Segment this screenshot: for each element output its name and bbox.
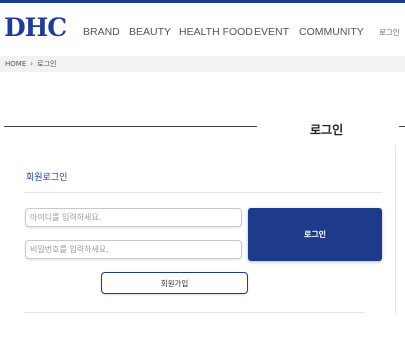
header-login-link[interactable]: 로그인 [379,27,400,38]
dhc-logo[interactable]: DHC [4,13,67,42]
bottom-divider [24,312,364,313]
id-input[interactable] [25,208,242,227]
password-input[interactable] [25,240,242,259]
side-divider [395,145,396,315]
login-button[interactable]: 로그인 [248,208,382,261]
member-login-label: 회원로그인 [26,173,68,183]
breadcrumb: HOME › 로그인 [5,59,56,69]
page-title: 로그인 [310,123,344,137]
nav-item-health-food[interactable]: HEALTH FOOD [179,26,253,38]
site-header: DHC BRAND BEAUTY HEALTH FOOD EVENT COMMU… [0,3,405,55]
section-divider [24,192,382,193]
nav-item-beauty[interactable]: BEAUTY [129,26,171,38]
title-divider-left [4,126,257,127]
nav-item-brand[interactable]: BRAND [83,26,120,38]
join-button[interactable]: 회원가입 [101,272,248,294]
breadcrumb-home[interactable]: HOME [5,60,26,68]
breadcrumb-bar: HOME › 로그인 [0,56,405,72]
title-divider-right [399,126,405,127]
nav-item-event[interactable]: EVENT [254,26,289,38]
nav-item-community[interactable]: COMMUNITY [299,26,364,38]
breadcrumb-current: 로그인 [37,60,57,68]
breadcrumb-separator-icon: › [30,60,34,68]
